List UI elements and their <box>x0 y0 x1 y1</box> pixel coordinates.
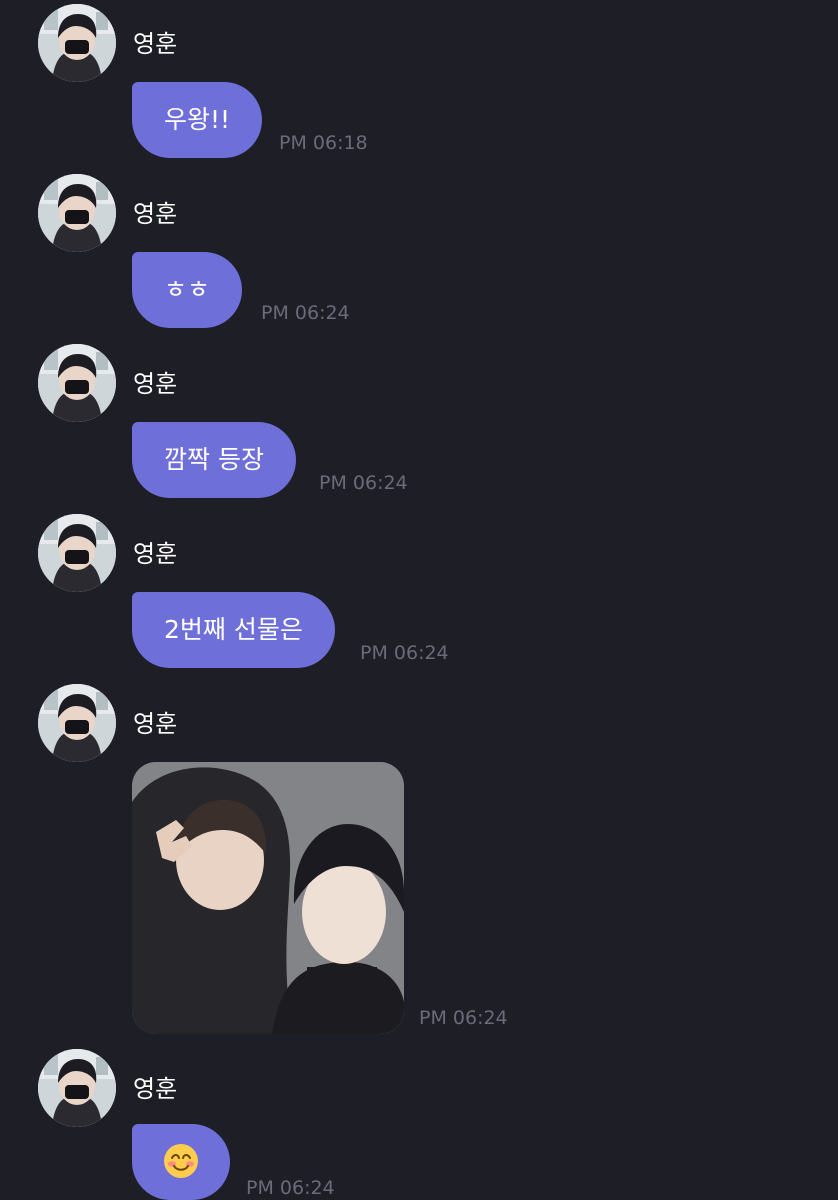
photo-message[interactable] <box>132 762 404 1034</box>
avatar[interactable] <box>38 4 116 82</box>
message-bubble[interactable]: 우왕!! <box>132 82 263 158</box>
avatar[interactable] <box>38 174 116 252</box>
message-timestamp: PM 06:24 <box>360 642 449 664</box>
message-bubble[interactable]: 깜짝 등장 <box>132 422 296 498</box>
message-bubble[interactable]: ㅎㅎ <box>132 252 243 328</box>
sender-name: 영훈 <box>133 200 178 228</box>
message-timestamp: PM 06:18 <box>279 132 368 154</box>
selfie-photo <box>132 762 404 1034</box>
avatar[interactable] <box>38 514 116 592</box>
sender-name: 영훈 <box>133 710 178 738</box>
sender-name: 영훈 <box>133 1075 178 1103</box>
message-bubble[interactable] <box>132 1124 230 1200</box>
message-timestamp: PM 06:24 <box>246 1177 335 1199</box>
avatar[interactable] <box>38 1049 116 1127</box>
message-timestamp: PM 06:24 <box>419 1007 508 1029</box>
smiling-face-emoji <box>164 1144 198 1178</box>
avatar[interactable] <box>38 344 116 422</box>
message-timestamp: PM 06:24 <box>261 302 350 324</box>
sender-name: 영훈 <box>133 30 178 58</box>
sender-name: 영훈 <box>133 370 178 398</box>
message-bubble[interactable]: 2번째 선물은 <box>132 592 335 668</box>
sender-name: 영훈 <box>133 540 178 568</box>
avatar[interactable] <box>38 684 116 762</box>
message-timestamp: PM 06:24 <box>319 472 408 494</box>
